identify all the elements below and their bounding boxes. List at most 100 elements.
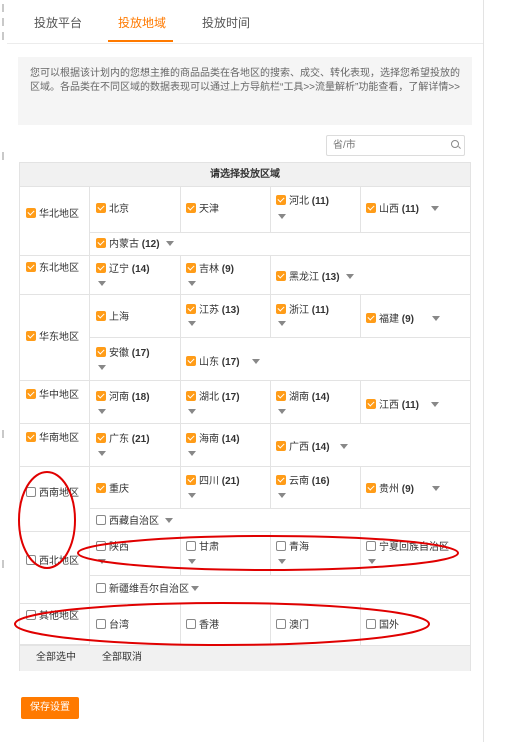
checkbox-checked-icon[interactable]	[26, 331, 36, 341]
deselect-all-button[interactable]: 全部取消	[102, 651, 142, 665]
chevron-down-icon[interactable]	[431, 206, 440, 211]
checkbox-unchecked-icon[interactable]	[96, 541, 106, 551]
region-xibei[interactable]: 西北地区	[26, 555, 84, 568]
checkbox-unchecked-icon[interactable]	[96, 619, 106, 629]
checkbox-unchecked-icon[interactable]	[96, 583, 106, 593]
chevron-down-icon[interactable]	[98, 281, 106, 286]
checkbox-unchecked-icon[interactable]	[26, 610, 36, 620]
chevron-down-icon[interactable]	[188, 493, 196, 498]
checkbox-unchecked-icon[interactable]	[26, 555, 36, 565]
select-all-button[interactable]: 全部选中	[36, 651, 76, 665]
search-icon[interactable]	[451, 140, 459, 148]
province-guangxi[interactable]: 广西 (14)	[276, 441, 348, 454]
province-shaanxi[interactable]: 陕西	[96, 541, 129, 554]
province-xinjiang[interactable]: 新疆维吾尔自治区	[96, 583, 199, 596]
province-shandong[interactable]: 山东 (17)	[186, 356, 260, 369]
chevron-down-icon[interactable]	[98, 409, 106, 414]
checkbox-checked-icon[interactable]	[186, 391, 196, 401]
province-guangdong[interactable]: 广东 (21)	[96, 433, 150, 446]
checkbox-checked-icon[interactable]	[186, 433, 196, 443]
province-beijing[interactable]: 北京	[96, 203, 129, 216]
chevron-down-icon[interactable]	[278, 493, 286, 498]
chevron-down-icon[interactable]	[339, 444, 348, 449]
checkbox-checked-icon[interactable]	[276, 271, 286, 281]
chevron-down-icon[interactable]	[165, 518, 173, 523]
province-hunan[interactable]: 湖南 (14)	[276, 391, 330, 404]
checkbox-checked-icon[interactable]	[96, 347, 106, 357]
checkbox-checked-icon[interactable]	[366, 483, 376, 493]
checkbox-checked-icon[interactable]	[96, 391, 106, 401]
save-settings-button[interactable]: 保存设置	[21, 697, 79, 719]
province-jiangsu[interactable]: 江苏 (13)	[186, 304, 240, 317]
province-taiwan[interactable]: 台湾	[96, 619, 129, 632]
checkbox-checked-icon[interactable]	[276, 441, 286, 451]
province-hebei[interactable]: 河北 (11)	[276, 195, 329, 208]
checkbox-checked-icon[interactable]	[26, 208, 36, 218]
chevron-down-icon[interactable]	[278, 409, 286, 414]
chevron-down-icon[interactable]	[251, 359, 260, 364]
province-tianjin[interactable]: 天津	[186, 203, 219, 216]
chevron-down-icon[interactable]	[188, 321, 196, 326]
province-hubei[interactable]: 湖北 (17)	[186, 391, 240, 404]
province-heilongjiang[interactable]: 黑龙江 (13)	[276, 271, 354, 284]
checkbox-checked-icon[interactable]	[186, 203, 196, 213]
region-huazhong[interactable]: 华中地区	[26, 389, 84, 402]
province-ningxia[interactable]: 宁夏回族自治区	[366, 541, 449, 554]
chevron-down-icon[interactable]	[188, 409, 196, 414]
region-huadong[interactable]: 华东地区	[26, 331, 84, 344]
checkbox-checked-icon[interactable]	[276, 195, 286, 205]
chevron-down-icon[interactable]	[278, 214, 286, 219]
province-xizang[interactable]: 西藏自治区	[96, 515, 173, 528]
province-qinghai[interactable]: 青海	[276, 541, 309, 554]
province-zhejiang[interactable]: 浙江 (11)	[276, 304, 329, 317]
province-jilin[interactable]: 吉林 (9)	[186, 263, 234, 276]
checkbox-unchecked-icon[interactable]	[186, 541, 196, 551]
province-hainan[interactable]: 海南 (14)	[186, 433, 240, 446]
search-input[interactable]	[333, 138, 439, 152]
checkbox-checked-icon[interactable]	[186, 304, 196, 314]
chevron-down-icon[interactable]	[432, 486, 441, 491]
checkbox-checked-icon[interactable]	[26, 432, 36, 442]
province-shanxi[interactable]: 山西 (11)	[366, 203, 440, 216]
region-xinan[interactable]: 西南地区	[26, 487, 84, 500]
checkbox-checked-icon[interactable]	[186, 263, 196, 273]
checkbox-checked-icon[interactable]	[96, 483, 106, 493]
checkbox-checked-icon[interactable]	[366, 399, 376, 409]
checkbox-checked-icon[interactable]	[96, 238, 106, 248]
chevron-down-icon[interactable]	[432, 316, 441, 321]
tab-time[interactable]: 投放时间	[202, 14, 250, 31]
checkbox-checked-icon[interactable]	[276, 304, 286, 314]
chevron-down-icon[interactable]	[368, 559, 376, 564]
checkbox-checked-icon[interactable]	[96, 433, 106, 443]
province-aomen[interactable]: 澳门	[276, 619, 309, 632]
province-xianggang[interactable]: 香港	[186, 619, 219, 632]
province-anhui[interactable]: 安徽 (17)	[96, 347, 150, 360]
checkbox-checked-icon[interactable]	[26, 389, 36, 399]
province-guowai[interactable]: 国外	[366, 619, 399, 632]
province-henan[interactable]: 河南 (18)	[96, 391, 150, 404]
region-dongbei[interactable]: 东北地区	[26, 262, 84, 275]
chevron-down-icon[interactable]	[188, 559, 196, 564]
chevron-down-icon[interactable]	[165, 241, 174, 246]
province-guizhou[interactable]: 贵州 (9)	[366, 483, 441, 496]
checkbox-unchecked-icon[interactable]	[186, 619, 196, 629]
province-yunnan[interactable]: 云南 (16)	[276, 475, 330, 488]
chevron-down-icon[interactable]	[345, 274, 354, 279]
checkbox-checked-icon[interactable]	[366, 203, 376, 213]
province-sichuan[interactable]: 四川 (21)	[186, 475, 240, 488]
checkbox-unchecked-icon[interactable]	[366, 541, 376, 551]
chevron-down-icon[interactable]	[98, 365, 106, 370]
checkbox-checked-icon[interactable]	[96, 311, 106, 321]
tab-platform[interactable]: 投放平台	[34, 14, 82, 31]
province-fujian[interactable]: 福建 (9)	[366, 313, 441, 326]
province-shanghai[interactable]: 上海	[96, 311, 129, 324]
province-liaoning[interactable]: 辽宁 (14)	[96, 263, 150, 276]
checkbox-checked-icon[interactable]	[186, 475, 196, 485]
checkbox-checked-icon[interactable]	[96, 203, 106, 213]
chevron-down-icon[interactable]	[191, 586, 199, 591]
checkbox-unchecked-icon[interactable]	[366, 619, 376, 629]
checkbox-checked-icon[interactable]	[186, 356, 196, 366]
chevron-down-icon[interactable]	[98, 451, 106, 456]
checkbox-checked-icon[interactable]	[276, 475, 286, 485]
chevron-down-icon[interactable]	[188, 281, 196, 286]
